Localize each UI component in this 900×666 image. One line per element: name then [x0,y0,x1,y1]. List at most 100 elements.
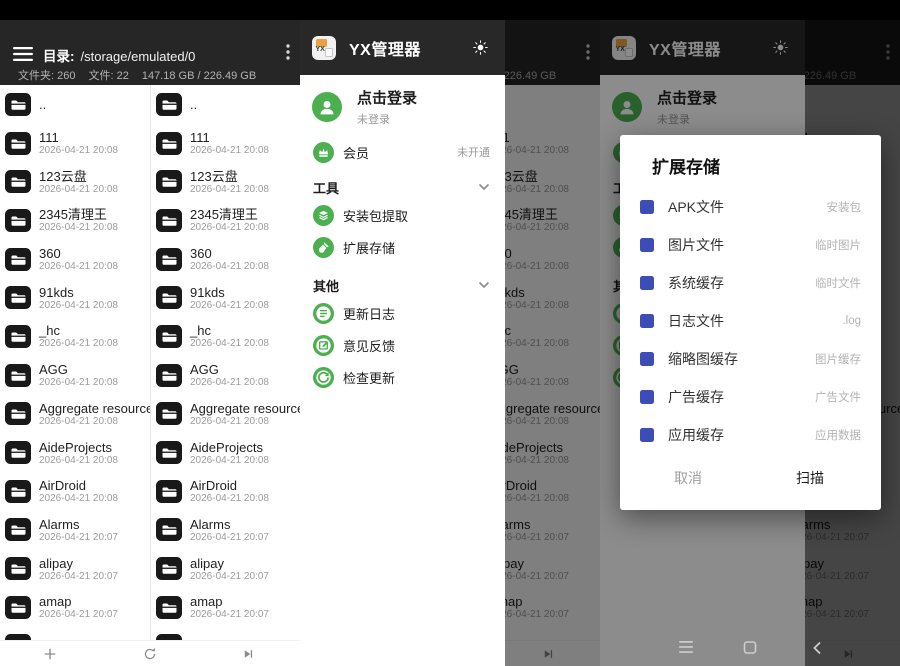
crown-icon [313,142,334,163]
file-row[interactable]: 91kds2026-04-21 20:08 [0,278,150,317]
file-list-area: ..1112026-04-21 20:08123云盘2026-04-21 20:… [0,85,300,640]
file-date: 2026-04-21 20:08 [190,261,269,272]
file-name: 91kds [190,285,269,300]
file-row[interactable]: 3602026-04-21 20:08 [0,240,150,279]
file-date: 2026-04-21 20:07 [39,532,118,543]
dialog-item-label: 日志文件 [668,311,842,331]
file-row[interactable]: .. [0,85,150,124]
directory-label: 目录: [43,49,75,64]
refresh-icon[interactable] [142,646,159,663]
file-row[interactable]: alipay2026-04-21 20:07 [0,549,150,588]
drawer-item-安装包提取[interactable]: 安装包提取 [313,199,490,231]
file-row[interactable]: AirDroid2026-04-21 20:08 [151,472,300,511]
skip-to-end-icon[interactable] [241,647,255,661]
chevron-down-icon [478,183,490,191]
checkbox-checked[interactable] [640,238,654,252]
file-row[interactable]: Alarms2026-04-21 20:07 [151,511,300,550]
theme-sun-icon[interactable] [472,39,489,56]
file-date: 2026-04-21 20:08 [190,493,269,504]
folder-icon [156,93,182,116]
drawer-header: YX YX管理器 [300,20,505,75]
file-row[interactable]: 123云盘2026-04-21 20:08 [0,162,150,201]
checkbox-checked[interactable] [640,390,654,404]
nav-back-icon[interactable] [813,641,822,655]
storage-usage: 147.18 GB / 226.49 GB [142,70,256,82]
file-row[interactable]: Android [151,627,300,640]
dialog-item-hint: 应用数据 [815,427,861,443]
login-row[interactable]: 点击登录 未登录 [312,87,505,127]
file-row[interactable]: Aggregate resources2026-04-21 20:08 [0,395,150,434]
file-row[interactable]: Android [0,627,150,640]
file-row[interactable]: 1112026-04-21 20:08 [0,124,150,163]
dialog-item-系统缓存[interactable]: 系统缓存临时文件 [620,264,881,302]
file-row[interactable]: .. [151,85,300,124]
changelog-icon [313,303,334,324]
file-row[interactable]: amap2026-04-21 20:07 [151,588,300,627]
drawer-item-更新日志[interactable]: 更新日志 [313,297,490,329]
dialog-item-广告缓存[interactable]: 广告缓存广告文件 [620,378,881,416]
dialog-item-应用缓存[interactable]: 应用缓存应用数据 [620,416,881,454]
dialog-title: 扩展存储 [652,153,720,178]
dialog-item-label: 应用缓存 [668,425,815,445]
nav-menu-icon[interactable] [679,641,693,653]
file-row[interactable]: 1112026-04-21 20:08 [151,124,300,163]
checkbox-checked[interactable] [640,276,654,290]
file-row[interactable]: 3602026-04-21 20:08 [151,240,300,279]
menu-hamburger-icon[interactable] [13,47,33,66]
panel-drawer-open: 目录:/storage/emulated/0 文件夹: 260文件: 22147… [300,0,600,666]
folder-icon [156,325,182,348]
file-count: 文件: 22 [88,70,128,82]
file-row[interactable]: _hc2026-04-21 20:08 [151,317,300,356]
drawer-item-检查更新[interactable]: 检查更新 [313,361,490,393]
app-title: YX管理器 [349,36,472,60]
checkbox-checked[interactable] [640,352,654,366]
file-row[interactable]: Alarms2026-04-21 20:07 [0,511,150,550]
dialog-item-图片文件[interactable]: 图片文件临时图片 [620,226,881,264]
drawer-item-label: 安装包提取 [343,206,408,225]
dialog-item-缩略图缓存[interactable]: 缩略图缓存图片缓存 [620,340,881,378]
login-title: 点击登录 [357,87,417,108]
drawer-sections: 工具安装包提取扩展存储其他更新日志意见反馈检查更新 [300,175,505,393]
check-update-icon [313,367,334,388]
folder-icon [5,170,31,193]
folder-count: 文件夹: 260 [18,70,75,82]
overflow-menu-icon[interactable] [286,44,290,65]
file-name: AirDroid [39,478,118,493]
checkbox-checked[interactable] [640,200,654,214]
scan-button[interactable]: 扫描 [796,468,824,488]
file-row[interactable]: alipay2026-04-21 20:07 [151,549,300,588]
folder-icon [5,325,31,348]
vip-row[interactable]: 会员 未开通 [313,139,490,165]
file-row[interactable]: AideProjects2026-04-21 20:08 [0,433,150,472]
drawer-section-header[interactable]: 工具 [313,175,490,199]
drawer-item-label: 意见反馈 [343,336,395,355]
drawer-item-意见反馈[interactable]: 意见反馈 [313,329,490,361]
dialog-item-label: APK文件 [668,197,827,217]
file-row[interactable]: 2345清理王2026-04-21 20:08 [151,201,300,240]
file-row[interactable]: AirDroid2026-04-21 20:08 [0,472,150,511]
file-row[interactable]: amap2026-04-21 20:07 [0,588,150,627]
folder-icon [156,132,182,155]
checkbox-checked[interactable] [640,428,654,442]
drawer-item-扩展存储[interactable]: 扩展存储 [313,231,490,263]
dialog-item-日志文件[interactable]: 日志文件.log [620,302,881,340]
dialog-item-APK文件[interactable]: APK文件安装包 [620,188,881,226]
dialog-item-label: 系统缓存 [668,273,815,293]
file-row[interactable]: 91kds2026-04-21 20:08 [151,278,300,317]
folder-icon [5,364,31,387]
checkbox-checked[interactable] [640,314,654,328]
file-row[interactable]: 123云盘2026-04-21 20:08 [151,162,300,201]
file-row[interactable]: _hc2026-04-21 20:08 [0,317,150,356]
nav-home-icon[interactable] [744,641,757,654]
file-list-column-1: ..1112026-04-21 20:08123云盘2026-04-21 20:… [0,85,150,640]
file-row[interactable]: AGG2026-04-21 20:08 [151,356,300,395]
cancel-button[interactable]: 取消 [674,468,702,488]
drawer-section-header[interactable]: 其他 [313,273,490,297]
folder-icon [5,248,31,271]
add-icon[interactable] [41,645,59,663]
file-row[interactable]: AGG2026-04-21 20:08 [0,356,150,395]
file-row[interactable]: 2345清理王2026-04-21 20:08 [0,201,150,240]
file-row[interactable]: AideProjects2026-04-21 20:08 [151,433,300,472]
file-browser-screen: 目录:/storage/emulated/0 文件夹: 260文件: 22147… [0,0,300,666]
file-row[interactable]: Aggregate resources2026-04-21 20:08 [151,395,300,434]
